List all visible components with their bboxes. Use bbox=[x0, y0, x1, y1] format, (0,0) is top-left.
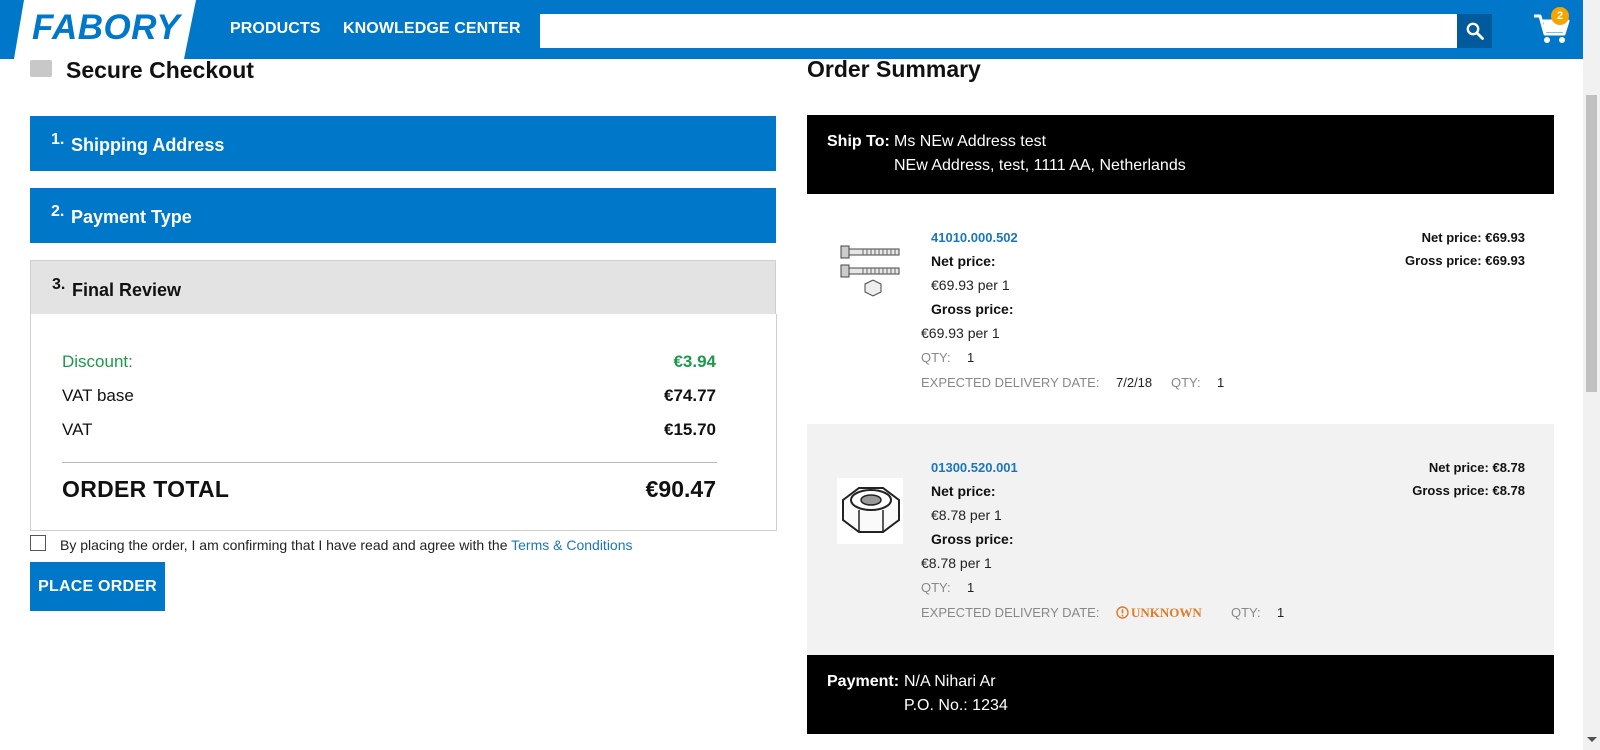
nav-products[interactable]: PRODUCTS bbox=[230, 20, 321, 38]
net-price-value: €8.78 per 1 bbox=[931, 507, 1002, 523]
step-label: Payment Type bbox=[71, 207, 192, 227]
cart-count-badge: 2 bbox=[1551, 7, 1569, 25]
total-divider bbox=[62, 462, 717, 463]
vat-label: VAT bbox=[62, 420, 93, 439]
terms-checkbox[interactable] bbox=[30, 535, 46, 551]
step-final-review[interactable]: 3. Final Review bbox=[30, 260, 776, 315]
step-shipping-address[interactable]: 1. Shipping Address bbox=[30, 116, 776, 171]
step-label: Final Review bbox=[72, 280, 182, 300]
summary-net-price: Net price: €69.93 bbox=[1421, 230, 1525, 245]
ship-to-panel: Ship To: Ms NEw Address test NEw Address… bbox=[807, 115, 1554, 194]
page-title: Secure Checkout bbox=[66, 57, 254, 83]
scrollbar-thumb[interactable] bbox=[1586, 95, 1597, 392]
ship-to-address: NEw Address, test, 1111 AA, Netherlands bbox=[894, 157, 1186, 174]
net-price-label: Net price: bbox=[931, 253, 996, 269]
nav-knowledge-center[interactable]: KNOWLEDGE CENTER bbox=[343, 20, 521, 38]
summary-gross-price: Gross price: €69.93 bbox=[1405, 253, 1525, 268]
part-number-link[interactable]: 01300.520.001 bbox=[931, 460, 1018, 475]
vat-value: €15.70 bbox=[664, 420, 716, 439]
order-item: 41010.000.502 Net price: €69.93 per 1 Gr… bbox=[807, 194, 1554, 424]
summary-net-price: Net price: €8.78 bbox=[1428, 460, 1525, 475]
terms-conditions-link[interactable]: Terms & Conditions bbox=[511, 537, 632, 553]
qty-value: 1 bbox=[967, 580, 975, 595]
gross-price-label: Gross price: bbox=[931, 531, 1014, 547]
delivery-qty-value: 1 bbox=[1217, 375, 1225, 390]
ship-to-name: Ms NEw Address test bbox=[894, 133, 1047, 150]
terms-statement: By placing the order, I am confirming th… bbox=[60, 537, 633, 553]
delivery-qty-label: QTY: bbox=[1171, 375, 1201, 390]
summary-gross-price: Gross price: €8.78 bbox=[1412, 483, 1525, 498]
vat-base-value: €74.77 bbox=[664, 386, 716, 405]
payment-name: N/A Nihari Ar bbox=[904, 673, 996, 690]
order-total-label: ORDER TOTAL bbox=[62, 476, 230, 502]
search-input[interactable] bbox=[540, 14, 1457, 48]
bolt-and-nut-icon bbox=[840, 245, 900, 297]
step-payment-type[interactable]: 2. Payment Type bbox=[30, 188, 776, 243]
delivery-date-label: EXPECTED DELIVERY DATE: bbox=[921, 605, 1100, 620]
part-number-link[interactable]: 41010.000.502 bbox=[931, 230, 1018, 245]
order-item: 01300.520.001 Net price: €8.78 per 1 Gro… bbox=[807, 424, 1554, 655]
delivery-date-unknown: UNKNOWN bbox=[1131, 605, 1202, 620]
warning-icon bbox=[1116, 606, 1129, 619]
step-number: 2. bbox=[51, 203, 65, 220]
payment-label: Payment: bbox=[827, 673, 900, 690]
place-order-button[interactable]: PLACE ORDER bbox=[30, 562, 165, 611]
net-price-label: Net price: bbox=[931, 483, 996, 499]
discount-value: €3.94 bbox=[673, 352, 716, 371]
vat-base-label: VAT base bbox=[62, 386, 134, 405]
terms-text: By placing the order, I am confirming th… bbox=[60, 537, 512, 553]
delivery-date-label: EXPECTED DELIVERY DATE: bbox=[921, 375, 1100, 390]
discount-label: Discount: bbox=[62, 352, 133, 371]
step-number: 3. bbox=[52, 276, 66, 293]
delivery-qty-label: QTY: bbox=[1231, 605, 1261, 620]
order-summary-title: Order Summary bbox=[807, 56, 981, 82]
scroll-down-arrow[interactable] bbox=[1587, 737, 1597, 742]
step-number: 1. bbox=[51, 131, 65, 148]
delivery-qty-value: 1 bbox=[1277, 605, 1285, 620]
gross-price-value: €69.93 per 1 bbox=[921, 325, 1000, 341]
checkout-icon bbox=[30, 60, 52, 77]
qty-label: QTY: bbox=[921, 580, 951, 595]
step-label: Shipping Address bbox=[71, 135, 225, 155]
qty-label: QTY: bbox=[921, 350, 951, 365]
delivery-date-value: 7/2/18 bbox=[1116, 375, 1153, 390]
net-price-value: €69.93 per 1 bbox=[931, 277, 1010, 293]
hex-nut-icon bbox=[837, 478, 903, 544]
ship-to-label: Ship To: bbox=[827, 133, 890, 150]
gross-price-label: Gross price: bbox=[931, 301, 1014, 317]
qty-value: 1 bbox=[967, 350, 975, 365]
logo-text: FABORY bbox=[32, 8, 181, 47]
search-button[interactable] bbox=[1457, 14, 1492, 48]
payment-panel: Payment: N/A Nihari Ar P.O. No.: 1234 bbox=[807, 655, 1554, 734]
gross-price-value: €8.78 per 1 bbox=[921, 555, 992, 571]
search-icon bbox=[1466, 22, 1484, 40]
final-review-panel: Discount: €3.94 VAT base €74.77 VAT €15.… bbox=[30, 314, 777, 531]
po-number: P.O. No.: 1234 bbox=[904, 697, 1008, 714]
order-total-value: €90.47 bbox=[645, 476, 716, 502]
fabory-logo[interactable]: FABORY bbox=[14, 0, 196, 59]
top-header: FABORY PRODUCTS KNOWLEDGE CENTER 2 bbox=[0, 0, 1583, 59]
